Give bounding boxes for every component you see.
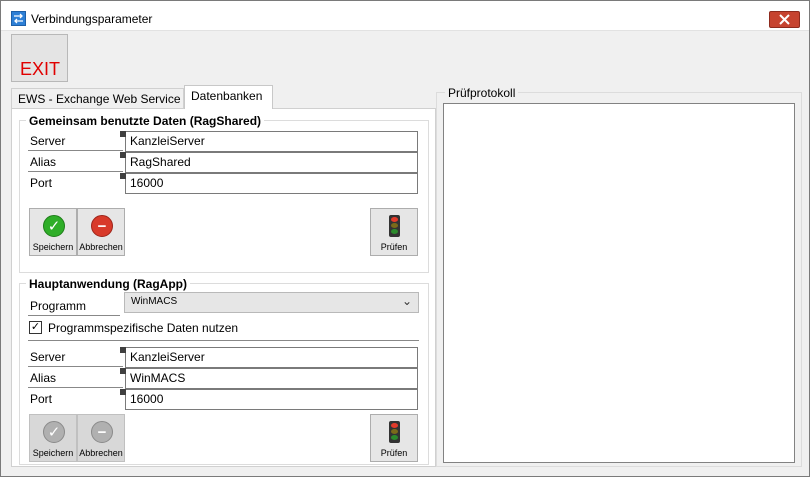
program-specific-label: Programmspezifische Daten nutzen [48, 321, 239, 335]
shared-check-label: Prüfen [380, 242, 408, 252]
app-check-button[interactable]: Prüfen [370, 414, 418, 462]
title-bar: Verbindungsparameter [1, 1, 809, 31]
shared-check-button[interactable]: Prüfen [370, 208, 418, 256]
group-rag-app: Hauptanwendung (RagApp) Programm WinMACS… [19, 277, 429, 465]
app-port-label: Port [30, 392, 53, 406]
shared-save-label: Speichern [32, 242, 74, 252]
shared-port-label: Port [30, 176, 53, 190]
row-handle-alias[interactable] [120, 152, 126, 158]
program-select[interactable]: WinMACS ⌄ [124, 292, 419, 313]
shared-cancel-label: Abbrechen [79, 242, 123, 252]
close-icon [779, 14, 790, 25]
app-cancel-label: Abbrechen [79, 448, 123, 458]
app-alias-label: Alias [28, 368, 123, 388]
checkmark-icon: ✓ [43, 215, 65, 237]
divider [28, 340, 419, 341]
app-alias-field[interactable]: WinMACS [125, 368, 418, 389]
traffic-light-icon [389, 421, 400, 443]
checkmark-icon: ✓ [43, 421, 65, 443]
chevron-down-icon: ⌄ [401, 294, 412, 308]
program-label: Programm [28, 296, 120, 316]
exit-button[interactable]: EXIT [11, 34, 68, 82]
close-button[interactable] [769, 11, 800, 28]
app-save-button[interactable]: ✓ Speichern [29, 414, 77, 462]
tab-panel-datenbanken: Gemeinsam benutzte Daten (RagShared) Ser… [11, 108, 436, 467]
no-entry-icon: − [91, 421, 113, 443]
group-pruefprotokoll: Prüfprotokoll [436, 86, 802, 467]
row-handle-app-port[interactable] [120, 389, 126, 395]
shared-alias-label: Alias [28, 152, 123, 172]
row-handle-app-server[interactable] [120, 347, 126, 353]
shared-server-field[interactable]: KanzleiServer [125, 131, 418, 152]
app-server-field[interactable]: KanzleiServer [125, 347, 418, 368]
group-rag-shared: Gemeinsam benutzte Daten (RagShared) Ser… [19, 114, 429, 273]
exit-label: EXIT [20, 59, 61, 79]
shared-save-button[interactable]: ✓ Speichern [29, 208, 77, 256]
dialog-window: Verbindungsparameter EXIT EWS - Exchange… [0, 0, 810, 477]
tab-ews[interactable]: EWS - Exchange Web Service [11, 88, 184, 109]
shared-server-label: Server [28, 131, 123, 151]
window-title: Verbindungsparameter [31, 12, 153, 26]
group-title-shared: Gemeinsam benutzte Daten (RagShared) [26, 114, 265, 128]
app-port-field[interactable]: 16000 [125, 389, 418, 410]
window-icon [11, 11, 26, 26]
group-title-app: Hauptanwendung (RagApp) [26, 277, 190, 291]
row-handle-port[interactable] [120, 173, 126, 179]
shared-cancel-button[interactable]: − Abbrechen [77, 208, 125, 256]
log-title: Prüfprotokoll [445, 86, 519, 100]
shared-alias-field[interactable]: RagShared [125, 152, 418, 173]
row-handle-app-alias[interactable] [120, 368, 126, 374]
shared-port-field[interactable]: 16000 [125, 173, 418, 194]
row-handle-server[interactable] [120, 131, 126, 137]
program-specific-checkbox[interactable]: ✓ [29, 321, 42, 334]
app-check-label: Prüfen [380, 448, 408, 458]
program-select-value: WinMACS [131, 296, 178, 307]
app-server-label: Server [28, 347, 123, 367]
tab-datenbanken[interactable]: Datenbanken [184, 85, 273, 109]
app-cancel-button[interactable]: − Abbrechen [77, 414, 125, 462]
no-entry-icon: − [91, 215, 113, 237]
traffic-light-icon [389, 215, 400, 237]
log-textarea[interactable] [443, 103, 795, 463]
app-save-label: Speichern [32, 448, 74, 458]
